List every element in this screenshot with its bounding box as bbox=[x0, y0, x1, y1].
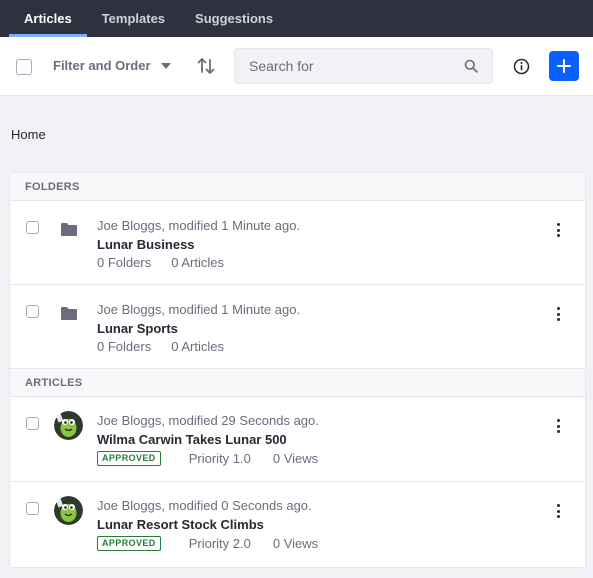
folder-meta: Joe Bloggs, modified 1 Minute ago. bbox=[97, 302, 301, 317]
article-meta: Joe Bloggs, modified 0 Seconds ago. bbox=[97, 498, 312, 513]
filter-and-order-dropdown[interactable]: Filter and Order bbox=[53, 58, 171, 73]
breadcrumb[interactable]: Home bbox=[11, 127, 46, 142]
row-checkbox[interactable] bbox=[26, 502, 39, 515]
actions-menu-icon[interactable] bbox=[555, 419, 561, 433]
folder-count: 0 Folders bbox=[97, 339, 152, 354]
select-all-checkbox[interactable] bbox=[16, 59, 32, 75]
folders-section-header: FOLDERS bbox=[10, 173, 585, 201]
plus-icon bbox=[557, 59, 571, 73]
row-checkbox[interactable] bbox=[26, 221, 39, 234]
article-title[interactable]: Lunar Resort Stock Climbs bbox=[97, 517, 264, 532]
row-checkbox[interactable] bbox=[26, 305, 39, 318]
status-badge: APPROVED bbox=[97, 536, 161, 551]
search-icon[interactable] bbox=[464, 59, 478, 73]
article-count: 0 Articles bbox=[171, 255, 224, 270]
folder-row[interactable]: Joe Bloggs, modified 1 Minute ago. Lunar… bbox=[10, 285, 585, 369]
avatar bbox=[54, 411, 83, 440]
management-toolbar: Filter and Order bbox=[0, 37, 593, 96]
entries-list: FOLDERS Joe Bloggs, modified 1 Minute ag… bbox=[9, 172, 586, 568]
search-box bbox=[234, 48, 493, 84]
article-views: 0 Views bbox=[272, 451, 319, 466]
article-row[interactable]: Joe Bloggs, modified 0 Seconds ago. Luna… bbox=[10, 482, 585, 567]
status-badge: APPROVED bbox=[97, 451, 161, 466]
article-title[interactable]: Wilma Carwin Takes Lunar 500 bbox=[97, 432, 287, 447]
folder-meta: Joe Bloggs, modified 1 Minute ago. bbox=[97, 218, 301, 233]
add-button[interactable] bbox=[549, 51, 579, 81]
folder-icon bbox=[61, 223, 77, 236]
sort-arrows-icon[interactable] bbox=[196, 56, 216, 76]
actions-menu-icon[interactable] bbox=[555, 223, 561, 237]
folder-title[interactable]: Lunar Business bbox=[97, 237, 195, 252]
filter-and-order-label: Filter and Order bbox=[53, 58, 151, 73]
folder-row[interactable]: Joe Bloggs, modified 1 Minute ago. Lunar… bbox=[10, 201, 585, 285]
folder-title[interactable]: Lunar Sports bbox=[97, 321, 178, 336]
article-stats: APPROVED Priority 2.0 0 Views bbox=[97, 536, 318, 551]
actions-menu-icon[interactable] bbox=[555, 504, 561, 518]
search-input[interactable] bbox=[235, 49, 445, 83]
article-priority: Priority 1.0 bbox=[188, 451, 251, 466]
article-views: 0 Views bbox=[272, 536, 319, 551]
info-icon[interactable] bbox=[513, 58, 530, 75]
folder-icon bbox=[61, 307, 77, 320]
top-navigation: Articles Templates Suggestions bbox=[0, 0, 593, 37]
articles-section-header: ARTICLES bbox=[10, 369, 585, 397]
article-count: 0 Articles bbox=[171, 339, 224, 354]
avatar bbox=[54, 496, 83, 525]
article-stats: APPROVED Priority 1.0 0 Views bbox=[97, 451, 318, 466]
caret-down-icon bbox=[160, 62, 171, 69]
tab-suggestions[interactable]: Suggestions bbox=[180, 0, 288, 37]
tab-templates[interactable]: Templates bbox=[87, 0, 180, 37]
folder-count: 0 Folders bbox=[97, 255, 152, 270]
row-checkbox[interactable] bbox=[26, 417, 39, 430]
folder-stats: 0 Folders 0 Articles bbox=[97, 339, 224, 354]
article-meta: Joe Bloggs, modified 29 Seconds ago. bbox=[97, 413, 319, 428]
folder-stats: 0 Folders 0 Articles bbox=[97, 255, 224, 270]
article-priority: Priority 2.0 bbox=[188, 536, 251, 551]
actions-menu-icon[interactable] bbox=[555, 307, 561, 321]
article-row[interactable]: Joe Bloggs, modified 29 Seconds ago. Wil… bbox=[10, 397, 585, 482]
tab-articles[interactable]: Articles bbox=[9, 0, 87, 37]
